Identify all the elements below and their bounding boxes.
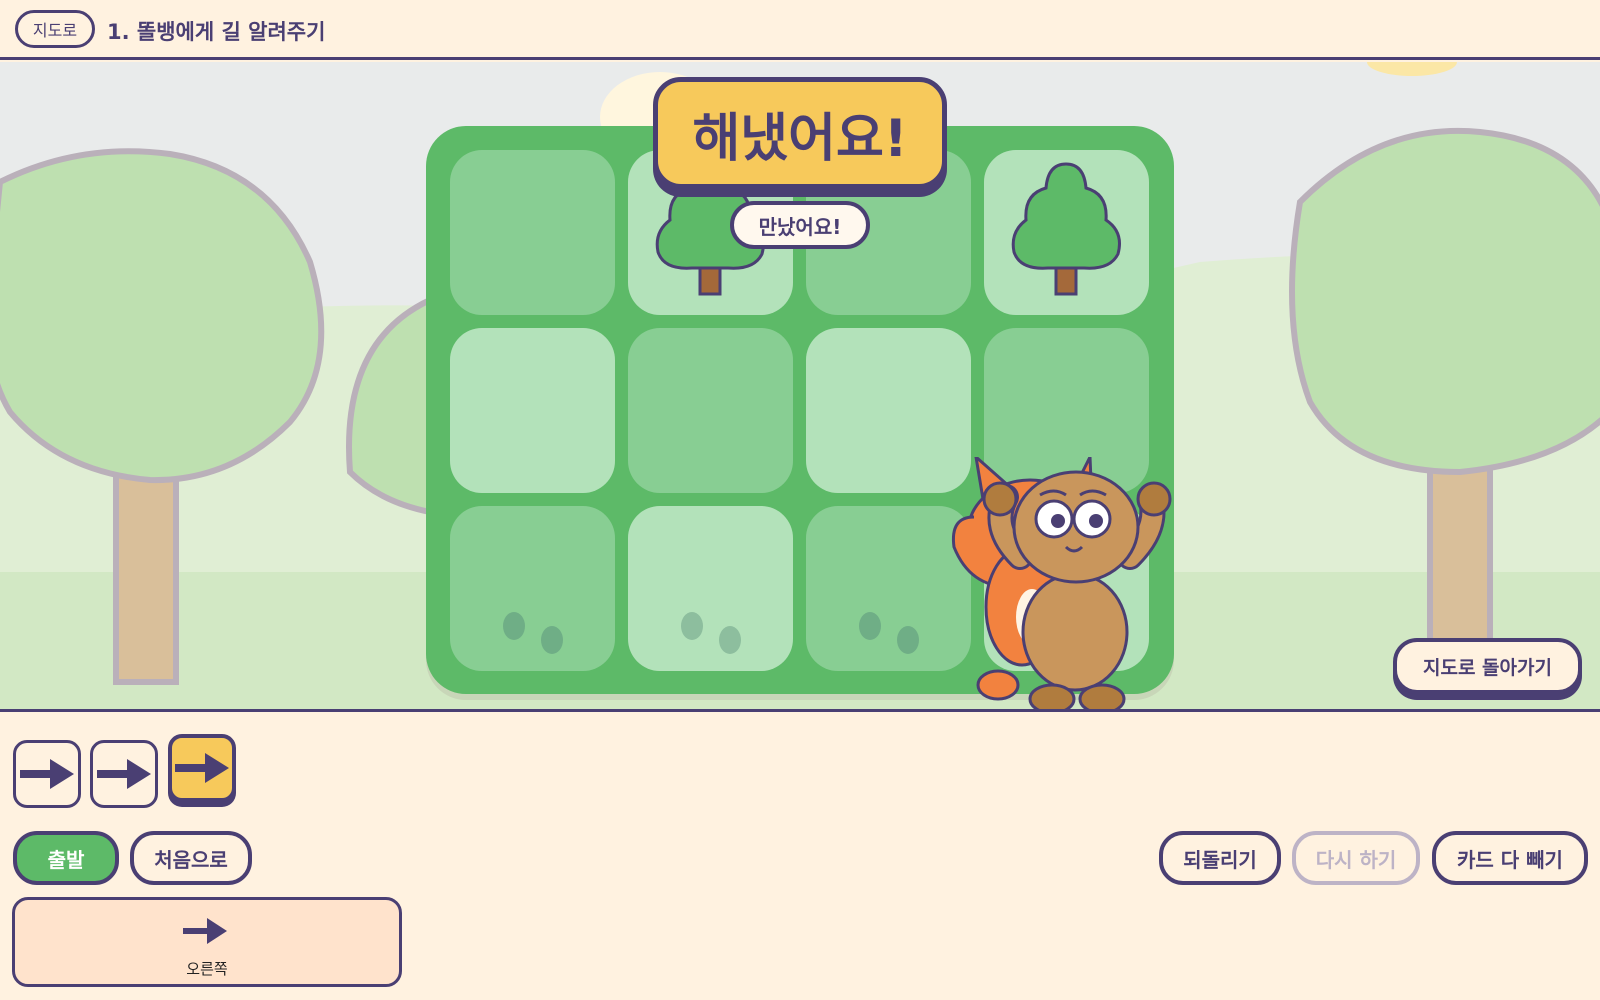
- palette-card-label: 오른쪽: [186, 960, 228, 978]
- palette-card-right[interactable]: 오른쪽: [12, 897, 402, 987]
- undo-button[interactable]: 되돌리기: [1159, 831, 1281, 885]
- redo-button: 다시 하기: [1292, 831, 1420, 885]
- arrow-right-icon: [175, 753, 229, 783]
- back-to-map-button[interactable]: 지도로 돌아가기: [1393, 638, 1582, 694]
- map-button[interactable]: 지도로: [15, 10, 95, 48]
- clear-cards-button[interactable]: 카드 다 빼기: [1432, 831, 1588, 885]
- grid-tile: [806, 506, 971, 671]
- program-card-3-active[interactable]: [168, 734, 236, 802]
- arrow-right-icon: [97, 759, 151, 789]
- program-card-2[interactable]: [90, 740, 158, 808]
- grid-tile: [450, 328, 615, 493]
- footprints-icon: [859, 612, 919, 654]
- grid-tile: [450, 506, 615, 671]
- start-button[interactable]: 출발: [13, 831, 119, 885]
- characters: [951, 457, 1172, 709]
- grid-tile: [450, 150, 615, 315]
- grid-tile: [806, 328, 971, 493]
- game-scene: 해냈어요! 만났어요! 지도로 돌아가기: [0, 62, 1600, 709]
- success-banner: 해냈어요!: [653, 77, 947, 189]
- footprints-icon: [681, 612, 741, 654]
- reset-button[interactable]: 처음으로: [130, 831, 252, 885]
- grid-tile: [984, 150, 1149, 315]
- speech-bubble: 만났어요!: [730, 201, 870, 249]
- arrow-right-icon: [183, 918, 227, 944]
- grid-tile: [628, 328, 793, 493]
- grid-tile: [628, 506, 793, 671]
- page-title: 1. 똘뱅에게 길 알려주기: [107, 20, 326, 44]
- arrow-right-icon: [20, 759, 74, 789]
- program-card-1[interactable]: [13, 740, 81, 808]
- tree-icon: [1011, 162, 1121, 296]
- top-bar: 지도로 1. 똘뱅에게 길 알려주기: [0, 0, 1600, 60]
- footprints-icon: [503, 612, 563, 654]
- divider: [0, 709, 1600, 712]
